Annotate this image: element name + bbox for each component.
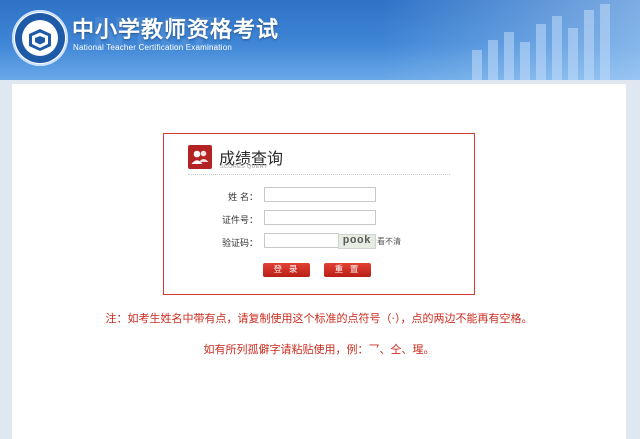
captcha-image[interactable]: pook [338,234,376,249]
header-banner: NTCE 中小学教师资格考试 National Teacher Certific… [0,0,640,80]
id-number-label: 证件号： [221,216,258,226]
main-content: 成绩查询 SCORES QUERY 姓 名： 证件号： 验证码： pook 看不… [12,84,626,439]
name-input[interactable] [264,187,376,202]
site-subtitle: National Teacher Certification Examinati… [73,43,232,52]
name-label: 姓 名： [228,193,258,203]
emblem-logo [12,10,68,66]
captcha-label: 验证码： [221,239,258,249]
id-number-input[interactable] [264,210,376,225]
site-title: 中小学教师资格考试 [72,18,280,43]
panel-divider [188,174,450,175]
users-icon [188,145,212,169]
banner-highlight [380,0,640,80]
login-button[interactable]: 登 录 [263,263,310,277]
captcha-input[interactable] [264,233,339,248]
reset-button[interactable]: 重 置 [324,263,371,277]
notice-dot-symbol: 注：如考生姓名中带有点，请复制使用这个标准的点符号（·），点的两边不能再有空格。 [105,312,533,325]
panel-subtitle: SCORES QUERY [220,164,268,170]
captcha-refresh-link[interactable]: 看不清 [377,236,401,247]
score-query-panel: 成绩查询 SCORES QUERY 姓 名： 证件号： 验证码： pook 看不… [163,133,475,295]
notice-rare-characters: 如有所列孤僻字请粘贴使用，例：乛、仝、瑆。 [203,343,435,356]
